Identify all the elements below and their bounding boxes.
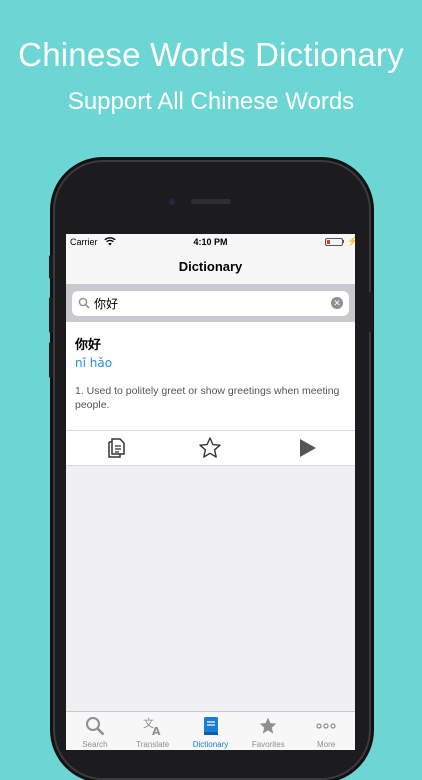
search-glass-icon xyxy=(78,296,90,314)
tab-label: Favorites xyxy=(251,740,285,749)
app-screen: Carrier 4:10 PM ⚡ Dictionary ✕ xyxy=(66,234,355,750)
page-title: Dictionary xyxy=(178,259,243,274)
clear-icon[interactable]: ✕ xyxy=(331,297,343,309)
result-pinyin: nǐ hǎo xyxy=(75,356,113,370)
tab-label: More xyxy=(316,740,336,749)
volume-up-button xyxy=(49,297,53,333)
status-bar: Carrier 4:10 PM ⚡ xyxy=(66,234,355,250)
mute-switch xyxy=(49,255,53,279)
search-field[interactable]: ✕ xyxy=(72,291,349,316)
result-card[interactable]: 你好 nǐ hǎo 1. Used to politely greet or s… xyxy=(66,322,355,430)
power-button xyxy=(369,292,373,332)
volume-down-button xyxy=(49,342,53,378)
battery-icon xyxy=(325,238,343,246)
tab-label: Dictionary xyxy=(192,740,229,749)
promo-title: Chinese Words Dictionary xyxy=(18,36,404,73)
favorite-star-icon[interactable] xyxy=(198,436,222,460)
tab-label: Translate xyxy=(136,740,170,749)
play-icon[interactable] xyxy=(296,436,320,460)
tab-more[interactable]: More xyxy=(297,712,355,750)
action-bar xyxy=(66,430,355,466)
tab-search[interactable]: Search xyxy=(66,712,124,750)
search-icon xyxy=(85,716,105,736)
search-input[interactable] xyxy=(94,293,324,313)
promo-subtitle: Support All Chinese Words xyxy=(67,88,355,115)
charging-icon: ⚡ xyxy=(347,236,355,246)
svg-text:A: A xyxy=(152,725,161,736)
translate-icon: 文 A xyxy=(143,716,163,738)
copy-icon[interactable] xyxy=(103,436,127,460)
earpiece-speaker xyxy=(191,199,231,204)
battery-tip xyxy=(343,240,344,243)
search-bar: ✕ xyxy=(66,284,355,322)
book-icon xyxy=(201,716,221,736)
result-definition: 1. Used to politely greet or show greeti… xyxy=(75,385,340,411)
star-icon xyxy=(258,716,278,736)
front-camera xyxy=(169,199,175,205)
tab-translate[interactable]: 文 A Translate xyxy=(124,712,182,750)
tab-label: Search xyxy=(82,740,108,749)
tab-bar: Search 文 A Translate Dictionary Favorite… xyxy=(66,711,355,750)
navigation-bar: Dictionary xyxy=(66,250,355,284)
tab-favorites[interactable]: Favorites xyxy=(239,712,297,750)
status-time: 4:10 PM xyxy=(193,237,228,247)
more-icon xyxy=(316,716,336,736)
tab-dictionary[interactable]: Dictionary xyxy=(182,712,240,750)
result-word: 你好 xyxy=(75,338,102,353)
